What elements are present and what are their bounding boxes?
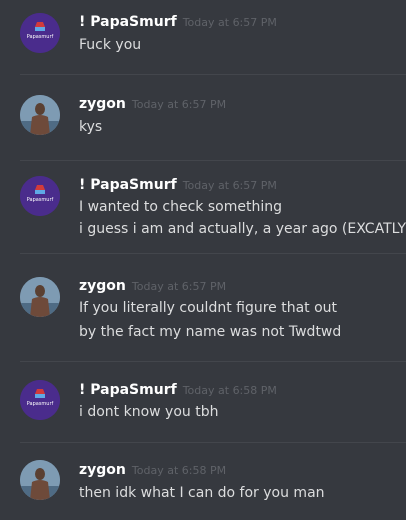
message-group: zygon Today at 6:58 PM then idk what I ca… [0, 443, 406, 520]
username[interactable]: zygon Today at 6:57 PM [79, 96, 226, 112]
papasmurf-avatar-icon: Papasmurf [20, 13, 60, 53]
avatar-text: Papasmurf [27, 34, 54, 40]
zygon-avatar-icon [20, 95, 60, 135]
message-text: kys [79, 119, 103, 135]
papasmurf-avatar-icon: Papasmurf [20, 380, 60, 420]
avatar[interactable]: Papasmurf [20, 13, 60, 53]
message-text: i guess i am and actually, a year ago (E… [79, 221, 406, 237]
avatar[interactable] [20, 277, 60, 317]
avatar[interactable] [20, 460, 60, 500]
message-text: If you literally couldnt figure that out [79, 300, 338, 316]
avatar[interactable]: Papasmurf [20, 176, 60, 216]
username[interactable]: zygon Today at 6:58 PM [79, 462, 226, 478]
timestamp: Today at 6:58 PM [182, 384, 277, 397]
message-text: by the fact my name was not Twdtwd [79, 324, 342, 340]
message-text: i dont know you tbh [79, 404, 219, 420]
message-group: Papasmurf ! PapaSmurf Today at 6:57 PM Fu… [0, 0, 406, 74]
message-text: I wanted to check something [79, 199, 282, 215]
timestamp: Today at 6:57 PM [182, 179, 277, 192]
username[interactable]: zygon Today at 6:57 PM [79, 278, 226, 294]
avatar-text: Papasmurf [27, 197, 54, 203]
timestamp: Today at 6:57 PM [131, 98, 227, 111]
timestamp: Today at 6:57 PM [131, 280, 227, 293]
message-text: then idk what I can do for you man [79, 485, 325, 501]
avatar-text: Papasmurf [27, 401, 54, 407]
message-group: Papasmurf ! PapaSmurf Today at 6:57 PM I … [0, 161, 406, 252]
username[interactable]: ! PapaSmurf Today at 6:58 PM [79, 382, 277, 398]
message-group: zygon Today at 6:57 PM kys [0, 75, 406, 160]
message-text: Fuck you [79, 37, 142, 53]
papasmurf-avatar-icon: Papasmurf [20, 176, 60, 216]
avatar[interactable]: Papasmurf [20, 380, 60, 420]
avatar[interactable] [20, 95, 60, 135]
message-group: zygon Today at 6:57 PM If you literally c… [0, 254, 406, 360]
username[interactable]: ! PapaSmurf Today at 6:57 PM [79, 14, 277, 30]
message-group: Papasmurf ! PapaSmurf Today at 6:58 PM i … [0, 362, 406, 441]
zygon-avatar-icon [20, 277, 60, 317]
timestamp: Today at 6:58 PM [131, 464, 227, 477]
zygon-avatar-icon [20, 460, 60, 500]
username[interactable]: ! PapaSmurf Today at 6:57 PM [79, 177, 277, 193]
timestamp: Today at 6:57 PM [182, 16, 277, 29]
